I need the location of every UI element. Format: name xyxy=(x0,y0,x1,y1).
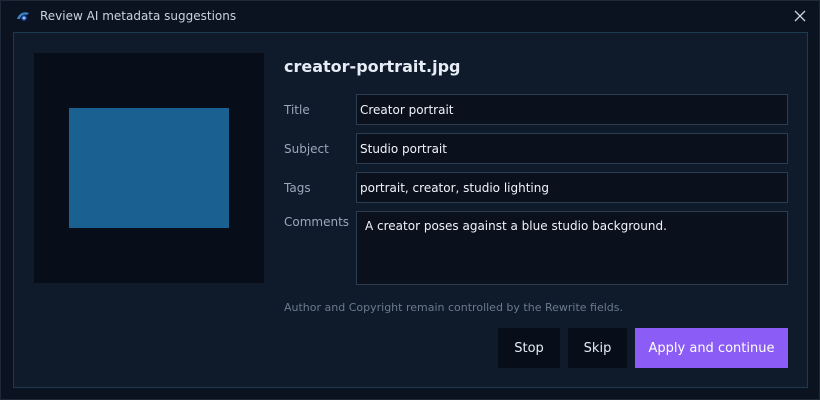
title-field[interactable] xyxy=(356,94,788,125)
title-label: Title xyxy=(284,103,310,117)
tags-label: Tags xyxy=(284,181,311,195)
close-button[interactable] xyxy=(791,7,809,25)
metadata-review-dialog: Review AI metadata suggestions creator-p… xyxy=(0,0,820,400)
subject-field[interactable] xyxy=(356,133,788,164)
close-icon xyxy=(794,10,806,22)
rewrite-note: Author and Copyright remain controlled b… xyxy=(284,301,623,314)
skip-button[interactable]: Skip xyxy=(568,328,627,368)
comments-label: Comments xyxy=(284,215,350,229)
content-panel: creator-portrait.jpg Title Subject Tags … xyxy=(13,32,808,388)
stop-button[interactable]: Stop xyxy=(498,328,560,368)
apply-continue-button[interactable]: Apply and continue xyxy=(635,328,788,368)
comments-field[interactable]: A creator poses against a blue studio ba… xyxy=(356,211,788,285)
image-preview xyxy=(69,108,229,228)
window-title: Review AI metadata suggestions xyxy=(40,9,237,23)
file-name: creator-portrait.jpg xyxy=(284,57,461,76)
tags-field[interactable] xyxy=(356,172,788,203)
subject-label: Subject xyxy=(284,142,329,156)
app-logo-icon xyxy=(17,12,29,21)
image-preview-frame xyxy=(34,53,264,283)
title-bar: Review AI metadata suggestions xyxy=(1,1,819,31)
